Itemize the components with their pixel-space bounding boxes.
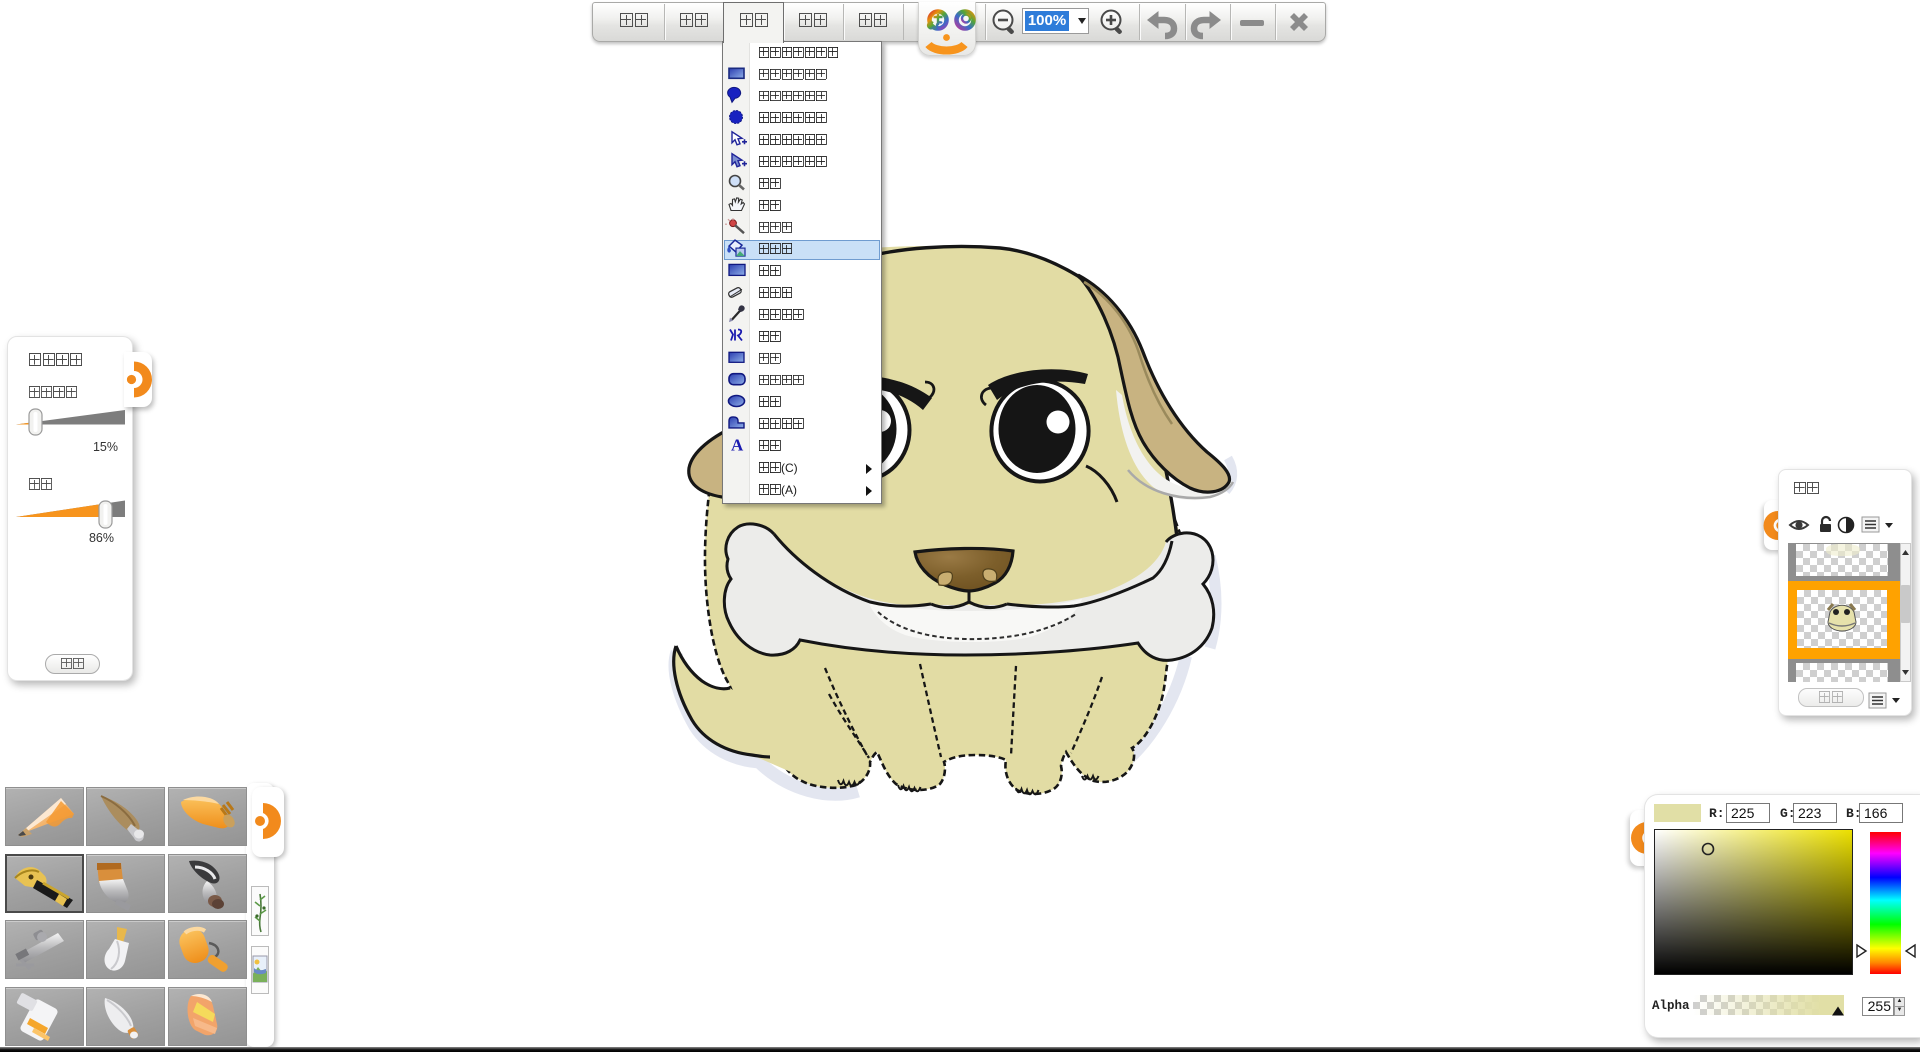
svg-text:A: A [731, 436, 744, 455]
